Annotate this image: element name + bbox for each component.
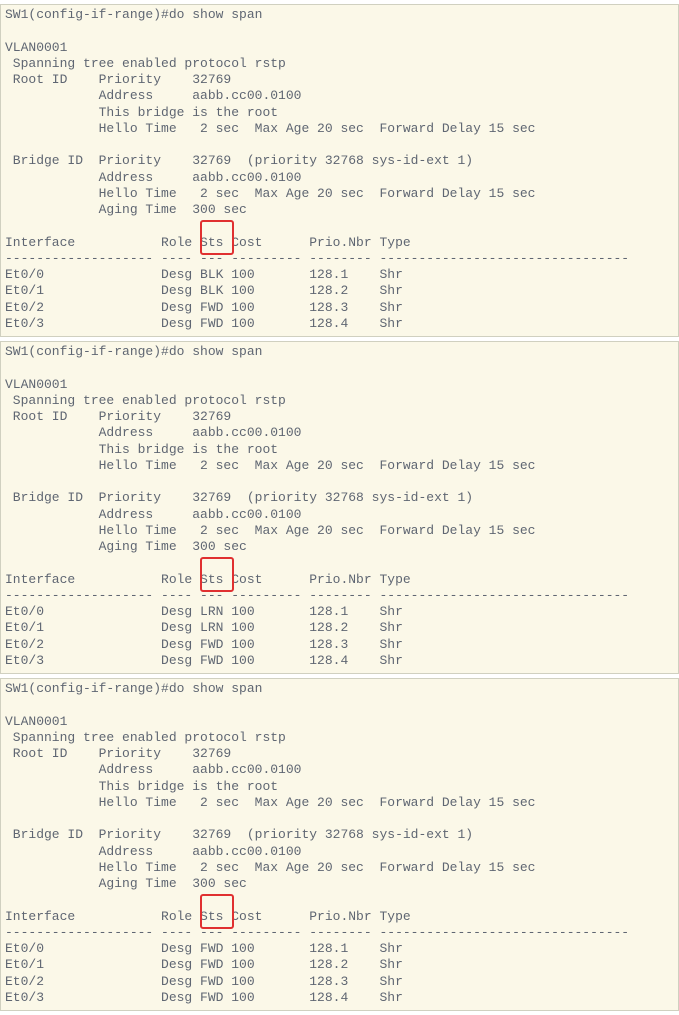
root-id-timers: Hello Time 2 sec Max Age 20 sec Forward … [5,458,536,473]
table-separator: ------------------- ---- --- --------- -… [5,925,629,940]
cli-prompt: SW1(config-if-range)#do show span [5,344,262,359]
cli-prompt: SW1(config-if-range)#do show span [5,7,262,22]
vlan-id: VLAN0001 [5,40,67,55]
terminal-output-panel-3: SW1(config-if-range)#do show span VLAN00… [0,678,679,1011]
bridge-id-timers: Hello Time 2 sec Max Age 20 sec Forward … [5,186,536,201]
terminal-output-panel-2: SW1(config-if-range)#do show span VLAN00… [0,341,679,674]
table-header: Interface Role Sts Cost Prio.Nbr Type [5,909,411,924]
table-row: Et0/3 Desg FWD 100 128.4 Shr [5,653,403,668]
table-row: Et0/0 Desg BLK 100 128.1 Shr [5,267,403,282]
vlan-id: VLAN0001 [5,714,67,729]
root-id-priority: Root ID Priority 32769 [5,72,231,87]
stp-protocol-line: Spanning tree enabled protocol rstp [5,730,286,745]
root-id-note: This bridge is the root [5,442,278,457]
bridge-id-aging: Aging Time 300 sec [5,539,247,554]
table-header: Interface Role Sts Cost Prio.Nbr Type [5,235,411,250]
table-row: Et0/2 Desg FWD 100 128.3 Shr [5,300,403,315]
cli-prompt: SW1(config-if-range)#do show span [5,681,262,696]
table-row: Et0/1 Desg LRN 100 128.2 Shr [5,620,403,635]
root-id-timers: Hello Time 2 sec Max Age 20 sec Forward … [5,795,536,810]
stp-protocol-line: Spanning tree enabled protocol rstp [5,56,286,71]
terminal-text: SW1(config-if-range)#do show span VLAN00… [1,681,678,1006]
terminal-output-panel-1: SW1(config-if-range)#do show span VLAN00… [0,4,679,337]
table-row: Et0/2 Desg FWD 100 128.3 Shr [5,974,403,989]
table-separator: ------------------- ---- --- --------- -… [5,251,629,266]
table-row: Et0/0 Desg LRN 100 128.1 Shr [5,604,403,619]
table-row: Et0/2 Desg FWD 100 128.3 Shr [5,637,403,652]
terminal-text: SW1(config-if-range)#do show span VLAN00… [1,7,678,332]
bridge-id-aging: Aging Time 300 sec [5,202,247,217]
bridge-id-address: Address aabb.cc00.0100 [5,170,301,185]
bridge-id-priority: Bridge ID Priority 32769 (priority 32768… [5,490,473,505]
root-id-address: Address aabb.cc00.0100 [5,762,301,777]
bridge-id-aging: Aging Time 300 sec [5,876,247,891]
table-row: Et0/0 Desg FWD 100 128.1 Shr [5,941,403,956]
table-row: Et0/1 Desg BLK 100 128.2 Shr [5,283,403,298]
vlan-id: VLAN0001 [5,377,67,392]
root-id-timers: Hello Time 2 sec Max Age 20 sec Forward … [5,121,536,136]
root-id-address: Address aabb.cc00.0100 [5,88,301,103]
stp-protocol-line: Spanning tree enabled protocol rstp [5,393,286,408]
root-id-priority: Root ID Priority 32769 [5,409,231,424]
root-id-priority: Root ID Priority 32769 [5,746,231,761]
table-separator: ------------------- ---- --- --------- -… [5,588,629,603]
terminal-text: SW1(config-if-range)#do show span VLAN00… [1,344,678,669]
bridge-id-priority: Bridge ID Priority 32769 (priority 32768… [5,153,473,168]
bridge-id-address: Address aabb.cc00.0100 [5,507,301,522]
bridge-id-priority: Bridge ID Priority 32769 (priority 32768… [5,827,473,842]
table-row: Et0/3 Desg FWD 100 128.4 Shr [5,316,403,331]
bridge-id-timers: Hello Time 2 sec Max Age 20 sec Forward … [5,860,536,875]
bridge-id-address: Address aabb.cc00.0100 [5,844,301,859]
table-row: Et0/1 Desg FWD 100 128.2 Shr [5,957,403,972]
root-id-note: This bridge is the root [5,105,278,120]
table-row: Et0/3 Desg FWD 100 128.4 Shr [5,990,403,1005]
table-header: Interface Role Sts Cost Prio.Nbr Type [5,572,411,587]
bridge-id-timers: Hello Time 2 sec Max Age 20 sec Forward … [5,523,536,538]
root-id-address: Address aabb.cc00.0100 [5,425,301,440]
